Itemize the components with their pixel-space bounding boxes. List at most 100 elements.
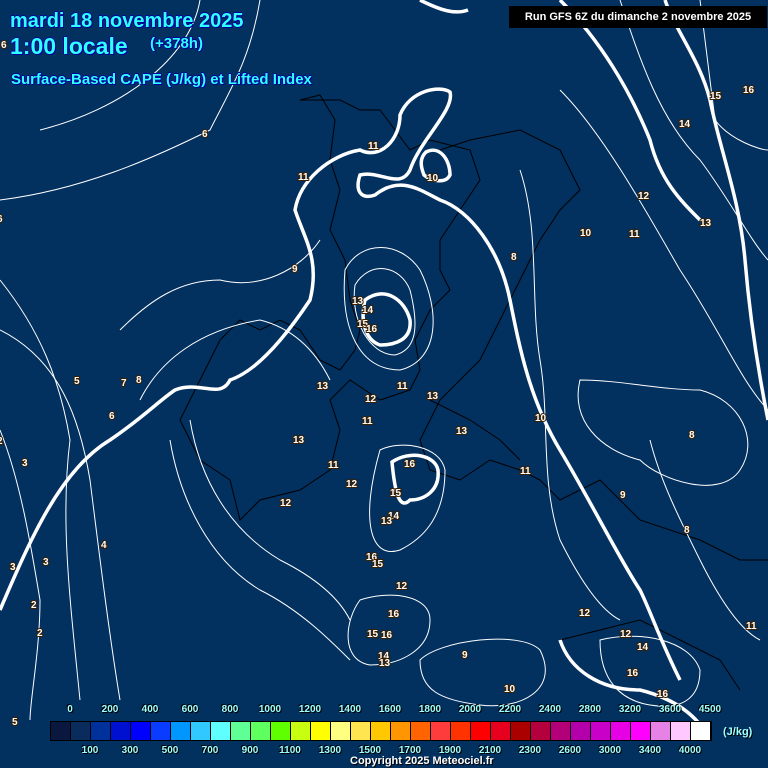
legend-label: 1200 (298, 704, 322, 715)
legend-label: 3200 (618, 704, 642, 715)
color-bar-cell (431, 722, 451, 740)
color-bar-cell (631, 722, 651, 740)
contour-label: 2 (31, 600, 37, 611)
color-bar-cell (331, 722, 351, 740)
legend-label: 4000 (678, 745, 702, 756)
color-bar-cell (191, 722, 211, 740)
legend-label: 3600 (658, 704, 682, 715)
color-bar-cell (651, 722, 671, 740)
color-bar-cell (71, 722, 91, 740)
thick-contours (0, 0, 768, 741)
legend-label: 1100 (279, 745, 301, 756)
contour-label: 8 (511, 252, 517, 263)
contour-label: 4 (101, 540, 107, 551)
contour-label: 8 (684, 525, 690, 536)
contour-label: 11 (746, 621, 757, 632)
contour-label: 13 (317, 381, 329, 392)
contour-label: 11 (629, 229, 640, 240)
contour-label: 11 (520, 466, 531, 477)
contour-label: 15 (710, 91, 722, 102)
color-bar-cell (91, 722, 111, 740)
legend-label: 400 (141, 704, 159, 715)
contour-label: 9 (620, 490, 626, 501)
contour-label: 12 (280, 498, 292, 509)
color-bar-cell (211, 722, 231, 740)
legend-label: 900 (241, 745, 259, 756)
legend-label: 1300 (318, 745, 342, 756)
color-bar-cell (551, 722, 571, 740)
color-bar-cell (171, 722, 191, 740)
legend-label: 1000 (258, 704, 282, 715)
contour-label: 12 (638, 191, 650, 202)
contour-label: 16 (381, 630, 393, 641)
coastlines (179, 94, 768, 691)
contour-label: 12 (579, 608, 591, 619)
contour-label: 13 (700, 218, 712, 229)
contour-label: 14 (362, 305, 374, 316)
legend-label: 1600 (378, 704, 402, 715)
legend-label: 3000 (598, 745, 622, 756)
contour-label: 13 (427, 391, 439, 402)
color-bar-cell (231, 722, 251, 740)
weather-map: 661110119810 1112131415161314151613 117 856… (0, 0, 768, 741)
contour-label: 9 (462, 650, 468, 661)
color-bar-cell (591, 722, 611, 740)
color-bar-cell (491, 722, 511, 740)
legend-label: 2600 (558, 745, 582, 756)
forecast-lead-time: (+378h) (150, 35, 203, 52)
color-bar-cell (51, 722, 71, 740)
thin-contours (0, 0, 768, 721)
contour-label: 11 (368, 141, 379, 152)
color-bar-cell (351, 722, 371, 740)
contour-label: 16 (404, 459, 416, 470)
contour-label: 9 (292, 264, 298, 275)
contour-labels: 661110119810 1112131415161314151613 117 856… (0, 39, 758, 729)
contour-label: 10 (427, 173, 439, 184)
contour-label: 12 (396, 581, 408, 592)
legend-unit: (J/kg) (723, 726, 753, 738)
contour-label: 16 (657, 689, 669, 700)
contour-label: 5 (12, 717, 18, 728)
run-info-badge: Run GFS 6Z du dimanche 2 novembre 2025 (509, 6, 767, 28)
copyright: Copyright 2025 Meteociel.fr (350, 755, 494, 767)
legend-label: 300 (121, 745, 139, 756)
contour-label: 8 (136, 375, 142, 386)
contour-label: 11 (362, 416, 373, 427)
color-bar-cell (691, 722, 711, 740)
color-bar (50, 721, 712, 741)
color-bar-cell (371, 722, 391, 740)
contour-label: 7 (121, 378, 127, 389)
contour-label: 13 (379, 658, 391, 669)
contour-label: 2 (37, 628, 43, 639)
contour-label: 16 (743, 85, 755, 96)
contour-label: 11 (298, 172, 309, 183)
legend-label: 500 (161, 745, 179, 756)
legend-label: 100 (81, 745, 99, 756)
contour-label: 8 (689, 430, 695, 441)
legend-label: 1400 (338, 704, 362, 715)
color-bar-cell (131, 722, 151, 740)
legend-label: 600 (181, 704, 199, 715)
color-bar-cell (671, 722, 691, 740)
legend-label: 800 (221, 704, 239, 715)
color-bar-cell (151, 722, 171, 740)
contour-label: 6 (0, 214, 3, 225)
color-bar-cell (611, 722, 631, 740)
contour-label: 12 (620, 629, 632, 640)
contour-label: 15 (372, 559, 384, 570)
contour-label: 6 (202, 129, 208, 140)
color-bar-cell (571, 722, 591, 740)
contour-label: 3 (10, 562, 16, 573)
legend-label: 200 (101, 704, 119, 715)
contour-label: 13 (456, 426, 468, 437)
contour-label: 12 (365, 394, 377, 405)
contour-label: 10 (504, 684, 516, 695)
contour-label: 16 (627, 668, 639, 679)
color-bar-cell (411, 722, 431, 740)
color-bar-cell (471, 722, 491, 740)
map-subtitle: Surface-Based CAPE (J/kg) et Lifted Inde… (11, 71, 312, 88)
forecast-date: mardi 18 novembre 2025 (10, 10, 244, 32)
contour-label: 13 (293, 435, 305, 446)
contour-label: 10 (580, 228, 592, 239)
contour-label: 3 (43, 557, 49, 568)
